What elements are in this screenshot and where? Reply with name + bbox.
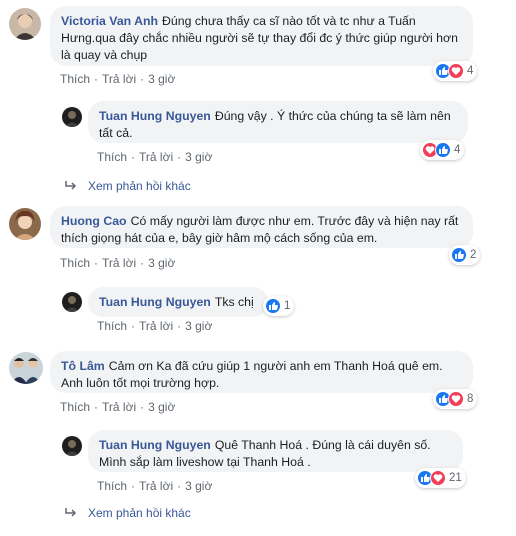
like-icon [451,247,467,263]
timestamp[interactable]: 3 giờ [185,150,212,164]
like-link[interactable]: Thích [60,72,90,86]
separator: · [94,400,99,414]
reaction-summary[interactable]: 2 [449,245,481,265]
reaction-count: 1 [284,300,291,312]
comment-bubble: Tuan Hung Nguyen Tks chị [88,287,268,317]
reaction-summary[interactable]: 8 [433,389,478,409]
comment-bubble: Tô Lâm Cảm ơn Ka đã cứu giúp 1 người anh … [50,351,473,393]
reaction-summary[interactable]: 21 [415,468,466,488]
reply-link[interactable]: Trả lời [102,72,136,86]
love-icon [448,63,464,79]
timestamp[interactable]: 3 giờ [148,72,175,86]
view-more-replies-label[interactable]: Xem phản hồi khác [88,179,191,193]
love-icon [430,470,446,486]
reply-arrow-icon [65,181,77,190]
like-icon [435,142,451,158]
separator: · [177,479,182,493]
comment-actions: Thích · Trả lời · 3 giờ [97,150,212,164]
reply-link[interactable]: Trả lời [139,479,173,493]
avatar[interactable] [9,352,43,384]
comment-author[interactable]: Tô Lâm [61,359,105,373]
separator: · [94,256,99,270]
love-icon [448,391,464,407]
separator: · [131,479,136,493]
like-link[interactable]: Thích [60,400,90,414]
separator: · [140,400,145,414]
like-link[interactable]: Thích [97,150,127,164]
separator: · [140,256,145,270]
comment-author[interactable]: Tuan Hung Nguyen [99,109,211,123]
separator: · [131,150,136,164]
like-link[interactable]: Thích [60,256,90,270]
avatar[interactable] [9,208,41,240]
comment-actions: Thích · Trả lời · 3 giờ [60,72,175,86]
avatar[interactable] [62,436,82,456]
separator: · [94,72,99,86]
view-more-replies[interactable]: Xem phản hồi khác [64,179,191,193]
reply-link[interactable]: Trả lời [102,256,136,270]
separator: · [131,319,136,333]
comment-author[interactable]: Tuan Hung Nguyen [99,295,211,309]
comment-actions: Thích · Trả lời · 3 giờ [60,256,175,270]
reply-link[interactable]: Trả lời [139,319,173,333]
comment-author[interactable]: Tuan Hung Nguyen [99,438,211,452]
reaction-count: 4 [454,144,461,156]
comment-author[interactable]: Huong Cao [61,214,127,228]
comment-actions: Thích · Trả lời · 3 giờ [97,319,212,333]
reaction-count: 21 [449,472,462,484]
comment-bubble: Tuan Hung Nguyen Đúng vậy . Ý thức của ch… [88,101,468,143]
comment-text: Cảm ơn Ka đã cứu giúp 1 người anh em Tha… [61,359,443,390]
reply-link[interactable]: Trả lời [139,150,173,164]
avatar[interactable] [62,292,82,312]
timestamp[interactable]: 3 giờ [185,479,212,493]
like-link[interactable]: Thích [97,479,127,493]
like-link[interactable]: Thích [97,319,127,333]
reaction-count: 2 [470,249,477,261]
separator: · [177,150,182,164]
comment-actions: Thích · Trả lời · 3 giờ [60,400,175,414]
comment-actions: Thích · Trả lời · 3 giờ [97,479,212,493]
reaction-summary[interactable]: 4 [420,140,465,160]
view-more-replies[interactable]: Xem phản hồi khác [64,506,191,520]
timestamp[interactable]: 3 giờ [148,256,175,270]
comment-bubble: Tuan Hung Nguyen Quê Thanh Hoá . Đúng là … [88,430,463,472]
avatar[interactable] [9,8,41,40]
comment-text: Tks chị [214,295,254,309]
avatar[interactable] [62,107,82,127]
separator: · [177,319,182,333]
reply-link[interactable]: Trả lời [102,400,136,414]
comment-bubble: Huong Cao Có mấy người làm được như em. T… [50,206,473,248]
timestamp[interactable]: 3 giờ [185,319,212,333]
reaction-count: 4 [467,65,474,77]
reaction-summary[interactable]: 1 [263,296,295,316]
like-icon [265,298,281,314]
reply-arrow-icon [65,508,77,517]
comment-author[interactable]: Victoria Van Anh [61,14,158,28]
separator: · [140,72,145,86]
reaction-count: 8 [467,393,474,405]
reaction-summary[interactable]: 4 [433,61,478,81]
timestamp[interactable]: 3 giờ [148,400,175,414]
comment-bubble: Victoria Van Anh Đúng chưa thấy ca sĩ nào… [50,6,473,66]
view-more-replies-label[interactable]: Xem phản hồi khác [88,506,191,520]
